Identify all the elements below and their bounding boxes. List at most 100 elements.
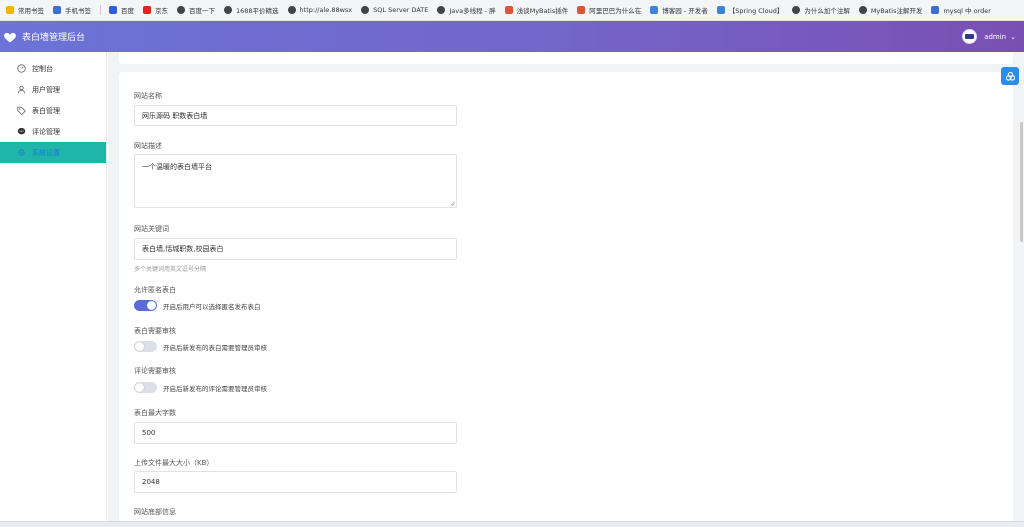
bookmark-label: 常用书签 <box>18 7 44 15</box>
bookmark-label: 【Spring Cloud】 <box>728 7 784 15</box>
allow-anonymous-label: 允许匿名表白 <box>134 286 176 294</box>
sidebar-item-dashboard[interactable]: 控制台 <box>0 58 106 79</box>
max-upload-value: 2048 <box>142 478 160 486</box>
globe-icon <box>177 6 185 14</box>
user-menu[interactable]: admin ⌄ <box>962 29 1016 44</box>
bookmark-label: 阿里巴巴为什么在 <box>589 7 642 15</box>
site-keywords-input[interactable]: 表白墙,恬城职数,校园表白 <box>134 238 457 260</box>
bookmark-label: 百度 <box>121 7 134 15</box>
bookmark-item[interactable]: 阿里巴巴为什么在 <box>577 5 641 15</box>
bookmark-label: mysql 中 order <box>943 7 991 15</box>
bookmark-item[interactable]: 常用书签 <box>6 5 44 15</box>
scrollbar[interactable] <box>1019 52 1024 527</box>
bookmark-item[interactable]: SQL Server DATE <box>361 6 428 14</box>
confession-review-label: 表白需要审核 <box>134 327 176 335</box>
site-name-input[interactable]: 网乐源码 职数表白墙 <box>134 105 457 126</box>
bookmark-label: Java多线程 - 胖 <box>449 7 496 15</box>
icp-label: 网站底部信息 <box>134 508 176 516</box>
bookmark-label: SQL Server DATE <box>373 6 429 14</box>
bookmark-label: 博客园 - 开发者 <box>662 7 708 15</box>
bookmark-item[interactable]: 百度 <box>109 5 134 15</box>
site-name-value: 网乐源码 职数表白墙 <box>142 111 208 120</box>
main-content: 网站名称 网乐源码 职数表白墙 网站描述 一个温暖的表白墙平台 网站关键词 表白… <box>108 52 1024 527</box>
max-length-label: 表白最大字数 <box>134 409 176 417</box>
bookmark-item[interactable]: 为什么加个注解 <box>792 5 850 15</box>
bookmark-item[interactable]: 【Spring Cloud】 <box>716 5 784 15</box>
app-header: 表白墙管理后台 admin ⌄ <box>0 21 1024 52</box>
baidu-icon <box>109 6 117 14</box>
sidebar: 控制台 用户管理 表白管理 评论管理 系统设置 <box>0 52 107 527</box>
site-name-label: 网站名称 <box>134 92 162 100</box>
user-icon <box>17 85 26 94</box>
sidebar-item-label: 控制台 <box>32 64 53 73</box>
taskbar <box>0 521 1024 527</box>
bookmark-label: 京东 <box>155 7 168 15</box>
bookmark-label: 浅谈MyBatis插件 <box>516 7 569 15</box>
scrollbar-thumb[interactable] <box>1020 122 1023 242</box>
bookmark-item[interactable]: MyBatis注解开发 <box>858 5 923 15</box>
username: admin <box>984 32 1007 41</box>
site-keywords-hint: 多个关键词用英文逗号分隔 <box>134 266 207 273</box>
heart-icon <box>4 32 16 42</box>
max-length-value: 500 <box>142 429 156 437</box>
globe-icon <box>437 6 446 14</box>
sidebar-item-comments[interactable]: 评论管理 <box>0 121 106 142</box>
site-desc-value: 一个温暖的表白墙平台 <box>142 163 212 171</box>
app-title: 表白墙管理后台 <box>22 33 86 43</box>
bookmark-label: 1688平价精选 <box>236 7 279 15</box>
sidebar-item-users[interactable]: 用户管理 <box>0 79 106 100</box>
max-upload-label: 上传文件最大大小（KB） <box>134 459 214 467</box>
globe-icon <box>858 6 867 14</box>
sidebar-item-confessions[interactable]: 表白管理 <box>0 100 106 121</box>
confession-review-desc: 开启后新发布的表白需要管理员审核 <box>163 343 267 352</box>
comment-review-label: 评论需要审核 <box>134 367 176 375</box>
site-desc-textarea[interactable]: 一个温暖的表白墙平台 <box>134 154 457 208</box>
bookmark-item[interactable]: 京东 <box>143 5 168 15</box>
confession-review-toggle[interactable] <box>134 341 157 352</box>
bookmark-item[interactable]: 手机书签 <box>53 5 91 15</box>
allow-anonymous-toggle[interactable] <box>134 300 157 311</box>
sidebar-item-label: 用户管理 <box>32 85 60 94</box>
cnblogs-icon <box>650 6 659 14</box>
sidebar-item-label: 评论管理 <box>32 127 60 136</box>
comment-review-row: 开启后新发布的评论需要管理员审核 <box>134 382 267 393</box>
link-icon <box>1005 71 1015 81</box>
bookmark-item[interactable]: 博客园 - 开发者 <box>650 5 708 15</box>
comment-review-toggle[interactable] <box>134 382 157 393</box>
bookmark-label: 为什么加个注解 <box>804 7 850 15</box>
jd-icon <box>143 6 151 14</box>
brand[interactable]: 表白墙管理后台 <box>3 30 85 44</box>
bookmark-item[interactable]: Java多线程 - 胖 <box>437 5 496 15</box>
globe-icon <box>224 6 232 14</box>
max-length-input[interactable]: 500 <box>134 422 457 444</box>
site-desc-label: 网站描述 <box>134 142 162 150</box>
resize-handle-icon[interactable] <box>450 201 455 206</box>
globe-icon <box>792 6 801 14</box>
globe-icon <box>361 6 370 14</box>
site-keywords-value: 表白墙,恬城职数,校园表白 <box>142 245 224 253</box>
bookmark-item[interactable]: 百度一下 <box>177 5 215 15</box>
csdn-icon <box>577 6 586 14</box>
sidebar-item-label: 系统设置 <box>32 148 60 157</box>
comment-review-desc: 开启后新发布的评论需要管理员审核 <box>163 384 267 393</box>
comment-icon <box>17 127 26 135</box>
max-upload-input[interactable]: 2048 <box>134 471 457 493</box>
card-header <box>119 52 1013 64</box>
bookmark-item[interactable]: mysql 中 order <box>931 5 991 15</box>
cnblogs-icon <box>716 6 725 14</box>
sidebar-item-settings[interactable]: 系统设置 <box>0 142 106 163</box>
float-action-button[interactable] <box>1001 67 1019 85</box>
bookmark-label: http://ale.88wsx <box>299 6 353 14</box>
bookmark-label: MyBatis注解开发 <box>870 7 923 15</box>
dashboard-icon <box>17 64 26 73</box>
avatar <box>962 29 978 44</box>
site-keywords-label: 网站关键词 <box>134 225 169 233</box>
confession-review-row: 开启后新发布的表白需要管理员审核 <box>134 341 267 352</box>
bookmark-item[interactable]: 浅谈MyBatis插件 <box>504 5 569 15</box>
settings-icon <box>18 149 25 156</box>
globe-icon <box>287 6 296 14</box>
paw-icon <box>931 6 940 14</box>
bookmark-item[interactable]: http://ale.88wsx <box>287 6 353 14</box>
bookmark-item[interactable]: 1688平价精选 <box>224 5 279 15</box>
bookmarks-bar: 常用书签 手机书签 百度 京东 百度一下 1688平价精选 http://ale.88wsx… <box>0 0 1024 21</box>
